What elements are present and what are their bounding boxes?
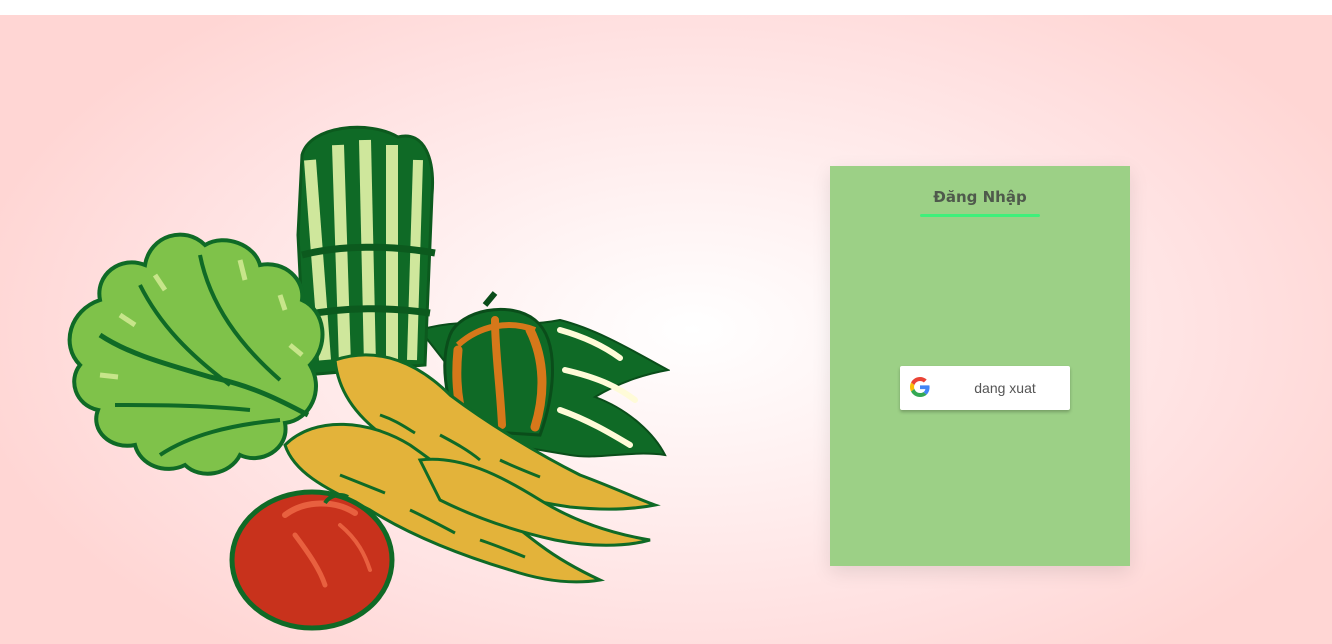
google-g-icon — [910, 377, 930, 397]
login-card: Đăng Nhập dang xuat — [830, 166, 1130, 566]
login-title: Đăng Nhập — [933, 188, 1027, 206]
google-button-label: dang xuat — [974, 380, 1036, 396]
page-background: Đăng Nhập dang xuat — [0, 15, 1332, 644]
google-sign-button[interactable]: dang xuat — [900, 366, 1070, 410]
vegetables-illustration — [67, 125, 670, 631]
title-underline — [920, 214, 1040, 217]
top-bar — [0, 0, 1332, 15]
